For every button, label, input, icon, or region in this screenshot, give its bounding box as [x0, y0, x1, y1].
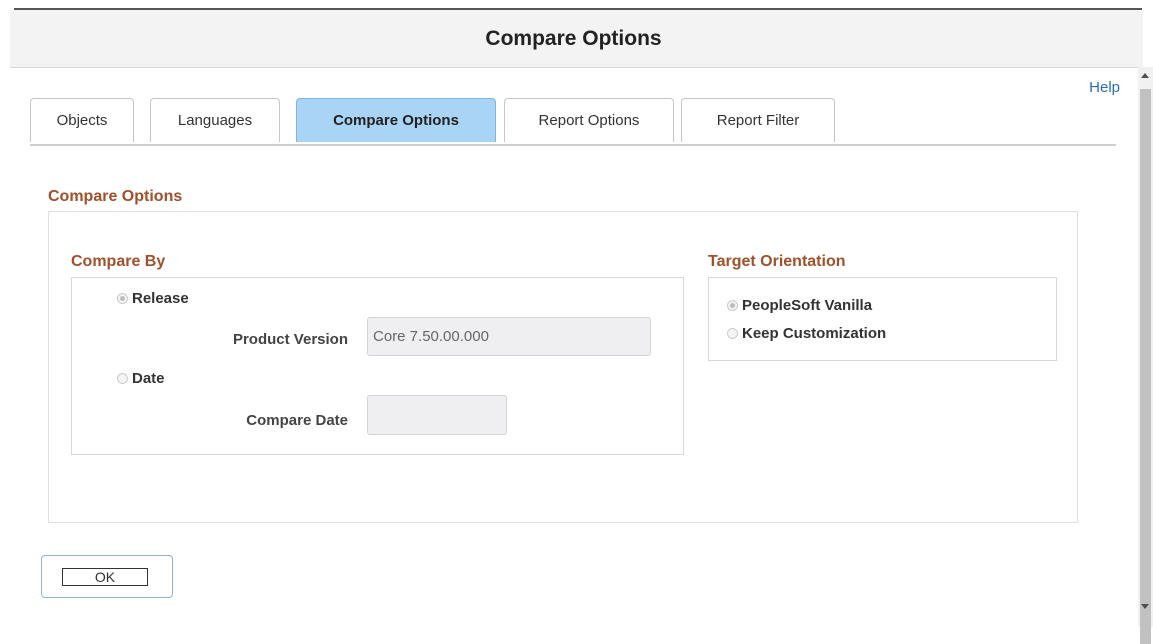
tab-objects[interactable]: Objects	[30, 98, 134, 142]
keep-customization-radio[interactable]	[727, 328, 738, 339]
top-strip	[0, 0, 1153, 6]
tab-compare-options[interactable]: Compare Options	[296, 98, 496, 142]
ok-button-label: OK	[62, 568, 148, 586]
date-label: Date	[132, 370, 165, 387]
compare-options-heading: Compare Options	[48, 188, 183, 205]
scroll-up-icon[interactable]	[1141, 73, 1149, 78]
peoplesoft-vanilla-radio[interactable]	[727, 300, 738, 311]
compare-by-heading: Compare By	[71, 253, 166, 270]
keep-customization-option[interactable]: Keep Customization	[727, 325, 886, 342]
vertical-scrollbar[interactable]	[1138, 67, 1153, 644]
scroll-down-icon[interactable]	[1141, 604, 1149, 609]
ok-button[interactable]: OK	[41, 555, 173, 598]
date-radio[interactable]	[117, 373, 128, 384]
peoplesoft-vanilla-option[interactable]: PeopleSoft Vanilla	[727, 297, 872, 314]
peoplesoft-vanilla-label: PeopleSoft Vanilla	[742, 297, 873, 314]
product-version-field[interactable]: Core 7.50.00.000	[367, 317, 651, 356]
dialog-title: Compare Options	[485, 26, 662, 50]
keep-customization-label: Keep Customization	[742, 325, 887, 342]
scroll-thumb[interactable]	[1140, 89, 1151, 644]
compare-date-label: Compare Date	[246, 412, 348, 429]
target-orientation-heading: Target Orientation	[708, 253, 846, 270]
release-option[interactable]: Release	[117, 290, 189, 307]
tab-report-filter[interactable]: Report Filter	[681, 98, 835, 142]
dialog-titlebar: Compare Options	[10, 10, 1143, 68]
tab-bar: Objects Languages Compare Options Report…	[30, 98, 1116, 146]
help-link[interactable]: Help	[1089, 79, 1120, 96]
date-option[interactable]: Date	[117, 370, 165, 387]
tab-languages[interactable]: Languages	[150, 98, 280, 142]
release-label: Release	[132, 290, 189, 307]
release-radio[interactable]	[117, 293, 128, 304]
product-version-label: Product Version	[232, 331, 348, 348]
target-orientation-group	[708, 277, 1057, 361]
compare-date-field[interactable]	[367, 395, 507, 435]
tab-report-options[interactable]: Report Options	[504, 98, 674, 142]
